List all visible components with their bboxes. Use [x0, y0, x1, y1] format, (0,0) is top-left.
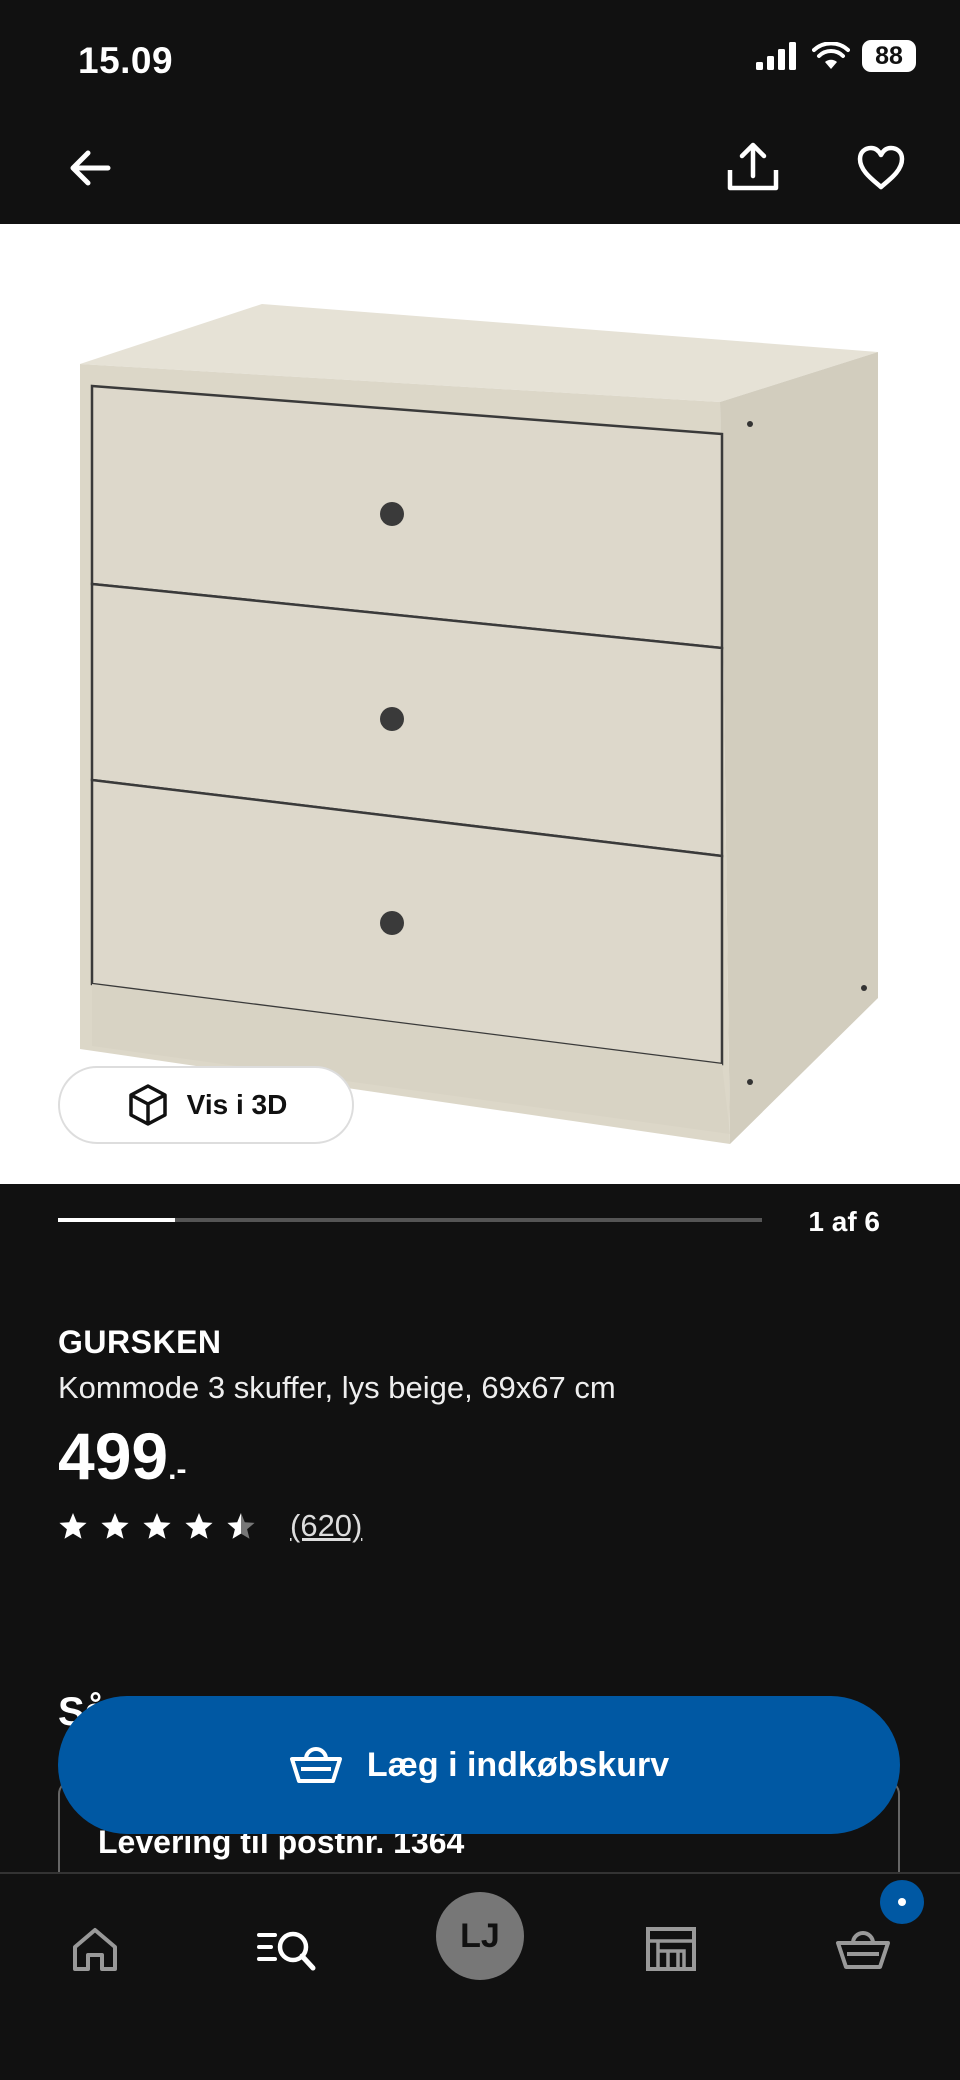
view-in-3d-label: Vis i 3D [186, 1089, 288, 1120]
product-name: GURSKEN [58, 1324, 222, 1360]
home-icon [73, 1928, 117, 1971]
image-counter: 1 af 6 [808, 1206, 880, 1237]
heart-icon[interactable] [853, 140, 909, 196]
store-icon [646, 1927, 696, 1971]
status-icons: 88 [756, 40, 916, 72]
image-progress-bar [58, 1218, 762, 1222]
product-description: Kommode 3 skuffer, lys beige, 69x67 cm [58, 1370, 616, 1405]
tab-cart[interactable] [828, 1914, 898, 1984]
tab-stores[interactable] [636, 1914, 706, 1984]
search-list-icon [257, 1931, 316, 1971]
rating-row[interactable]: (620) [58, 1508, 362, 1544]
cart-badge-dot [898, 1898, 906, 1906]
product-price: 499.- [58, 1418, 186, 1494]
battery-indicator: 88 [862, 40, 916, 72]
view-in-3d-button[interactable]: Vis i 3D [58, 1066, 354, 1144]
add-to-cart-label: Læg i indkøbskurv [366, 1745, 670, 1784]
status-time: 15.09 [78, 40, 174, 81]
chest-of-drawers-illustration [80, 304, 878, 1144]
wifi-icon [812, 42, 850, 69]
tab-home[interactable] [60, 1914, 130, 1984]
price-suffix: .- [168, 1453, 187, 1486]
review-count-link[interactable]: (620) [290, 1508, 362, 1544]
image-progress-fill [58, 1218, 176, 1222]
cart-basket-icon [836, 1931, 890, 1969]
cart-badge [880, 1880, 924, 1924]
product-image[interactable]: Vis i 3D [0, 224, 960, 1184]
star-rating-icon [59, 1513, 255, 1539]
basket-icon [289, 1747, 342, 1783]
signal-icon [756, 42, 796, 70]
price-value: 499 [58, 1419, 169, 1493]
status-bar: 15.09 88 [0, 0, 960, 110]
add-to-cart-button[interactable]: Læg i indkøbskurv [58, 1696, 900, 1834]
tab-search[interactable] [252, 1914, 322, 1984]
cube-3d-icon [128, 1084, 167, 1126]
top-navigation [0, 110, 960, 224]
share-icon[interactable] [725, 140, 781, 196]
back-arrow-icon[interactable] [62, 140, 118, 196]
tab-profile-avatar[interactable]: LJ [436, 1892, 524, 1980]
